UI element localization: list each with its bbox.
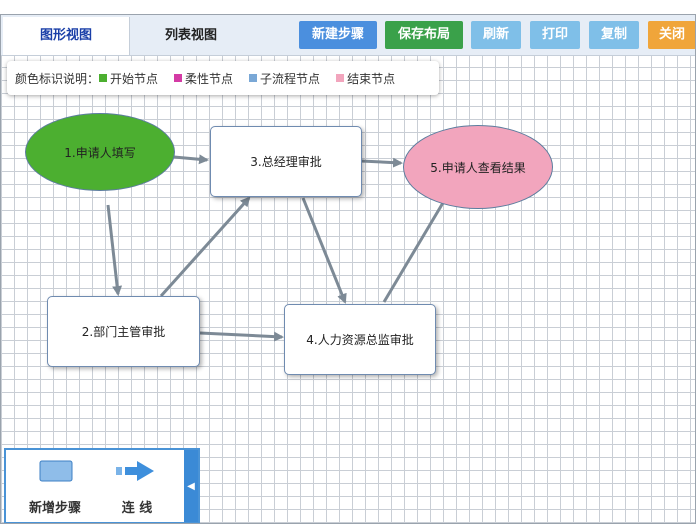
node-gm-approval[interactable]: 3.总经理审批 [210, 126, 362, 197]
add-step-tool[interactable]: 新增步骤 [16, 450, 94, 522]
edge-1-2[interactable] [106, 204, 123, 296]
edge-3-5[interactable] [360, 157, 403, 168]
node-start[interactable]: 1.申请人填写 [25, 113, 175, 191]
add-step-label: 新增步骤 [28, 501, 81, 516]
node-dept-approval[interactable]: 2.部门主管审批 [47, 296, 200, 367]
edge-3-4[interactable] [301, 197, 347, 304]
arrow-right-icon [116, 461, 154, 481]
node-end[interactable]: 5.申请人查看结果 [403, 125, 553, 209]
step-rect-icon [39, 460, 73, 482]
chevron-left-icon: ◀ [187, 480, 195, 492]
connect-tool[interactable]: 连 线 [98, 450, 176, 522]
edge-2-3[interactable] [159, 196, 251, 298]
collapse-panel-button[interactable]: ◀ [184, 450, 198, 522]
connect-label: 连 线 [121, 501, 153, 516]
edge-2-4[interactable] [199, 331, 284, 342]
workflow-designer: 图形视图 列表视图 新建步骤 保存布局 刷新 打印 复制 关闭 颜色标识说明： … [0, 14, 696, 524]
node-hr-approval[interactable]: 4.人力资源总监审批 [284, 304, 436, 375]
edge-4-5[interactable] [382, 189, 452, 303]
edge-1-3[interactable] [173, 154, 209, 165]
toolbox-panel: 新增步骤 连 线 ◀ [4, 448, 200, 523]
